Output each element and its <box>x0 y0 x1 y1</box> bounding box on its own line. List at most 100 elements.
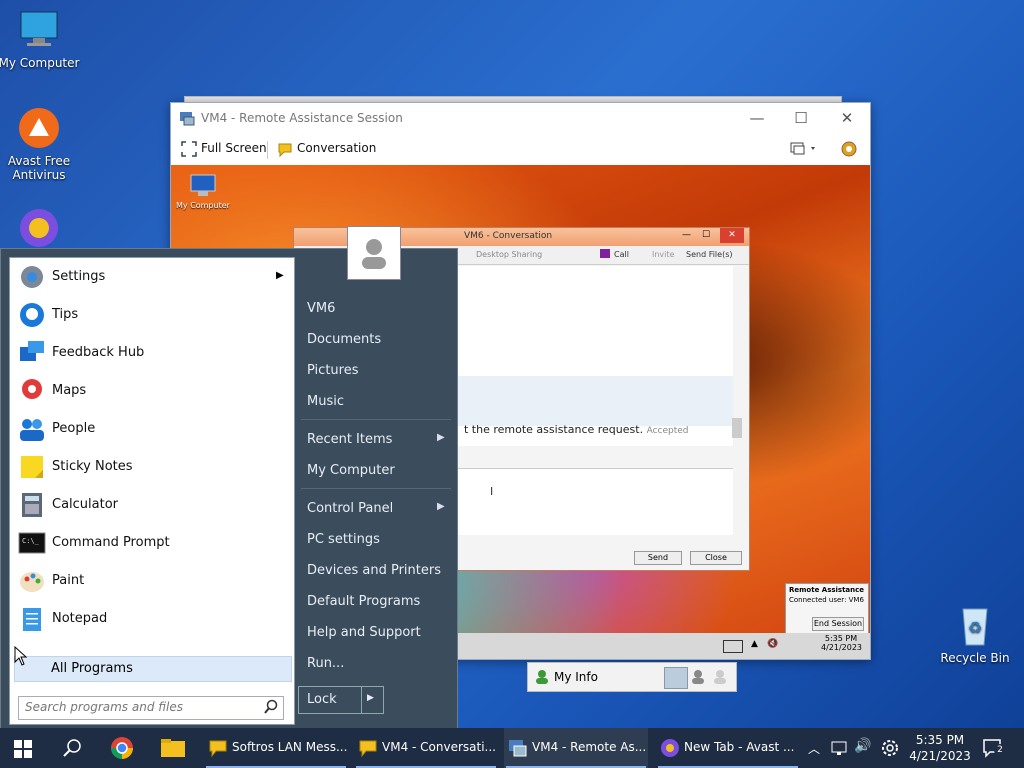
taskbar: Softros LAN Mess... VM4 - Conversati... … <box>0 728 1024 768</box>
user-avatar[interactable] <box>347 226 401 280</box>
monitor-icon <box>17 8 61 52</box>
mouse-cursor-icon <box>14 645 28 669</box>
avast-icon <box>17 106 61 150</box>
conversation-minimize-button[interactable]: — <box>682 230 691 240</box>
start-right-default-programs[interactable]: Default Programs <box>307 594 420 609</box>
end-session-button[interactable]: End Session <box>812 617 864 631</box>
network-icon[interactable] <box>830 739 848 760</box>
taskbar-app-avast-browser[interactable]: New Tab - Avast ... <box>656 728 800 768</box>
conversation-button[interactable]: Conversation <box>297 141 376 155</box>
volume-icon[interactable]: 🔊 <box>854 738 871 754</box>
start-right-devices-printers[interactable]: Devices and Printers <box>307 563 441 578</box>
taskbar-app-vm4-remote[interactable]: VM4 - Remote As... <box>504 728 648 768</box>
gear-icon <box>18 263 46 291</box>
remote-desktop-icon-label: My Computer <box>176 201 230 210</box>
windows-start-icon[interactable] <box>14 740 32 761</box>
start-right-pc-settings[interactable]: PC settings <box>307 532 380 547</box>
close-button[interactable]: ✕ <box>827 107 867 129</box>
file-explorer-icon[interactable] <box>160 737 186 762</box>
volume-mute-icon[interactable]: 🔇 <box>767 639 778 649</box>
my-info-label[interactable]: My Info <box>554 670 598 684</box>
conversation-maximize-button[interactable]: ☐ <box>702 230 710 240</box>
start-right-help-support[interactable]: Help and Support <box>307 625 421 640</box>
menu-item-tips[interactable]: Tips <box>10 296 294 334</box>
start-right-run[interactable]: Run... <box>307 656 344 671</box>
gear-icon[interactable] <box>880 738 900 761</box>
remote-assistance-icon <box>508 738 528 761</box>
remote-assistance-notification: Remote Assistance Connected user: VM6 En… <box>785 583 869 635</box>
taskbar-app-softros[interactable]: Softros LAN Mess... <box>204 728 348 768</box>
window-title: VM4 - Remote Assistance Session <box>201 111 403 125</box>
search-input[interactable]: Search programs and files <box>18 696 284 720</box>
menu-item-feedback-hub[interactable]: Feedback Hub <box>10 334 294 372</box>
search-placeholder: Search programs and files <box>25 700 183 714</box>
search-icon[interactable] <box>263 699 279 718</box>
start-right-recent-items[interactable]: Recent Items <box>307 432 392 447</box>
send-button[interactable]: Send <box>634 551 682 565</box>
toolbar: Full Screen Conversation <box>171 133 870 165</box>
taskbar-app-label: Softros LAN Mess... <box>232 740 348 754</box>
avast-browser-icon <box>660 738 680 761</box>
desktop-icon-recycle-bin[interactable]: ♻ Recycle Bin <box>933 603 1017 665</box>
start-right-music[interactable]: Music <box>307 394 344 409</box>
start-right-pictures[interactable]: Pictures <box>307 363 358 378</box>
menu-item-people[interactable]: People <box>10 410 294 448</box>
menu-item-command-prompt[interactable]: C:\_ Command Prompt <box>10 524 294 562</box>
search-icon[interactable] <box>62 738 82 761</box>
all-programs-button[interactable]: All Programs <box>14 656 292 682</box>
start-right-vm6[interactable]: VM6 <box>307 301 335 316</box>
start-right-control-panel[interactable]: Control Panel <box>307 501 393 516</box>
title-bar[interactable]: VM4 - Remote Assistance Session — ☐ ✕ <box>171 103 870 133</box>
notification-icon[interactable]: 2 <box>982 738 1006 761</box>
menu-item-label: Tips <box>52 307 79 322</box>
settings-icon[interactable] <box>839 139 859 162</box>
desktop-icon-avast-browser[interactable] <box>0 206 81 254</box>
minimize-button[interactable]: — <box>737 107 777 129</box>
desktop-icon-avast[interactable]: Avast Free Antivirus <box>0 106 81 182</box>
conversation-close-button[interactable]: ✕ <box>720 228 744 243</box>
menu-item-settings[interactable]: Settings ▶ <box>10 258 294 296</box>
menu-item-maps[interactable]: Maps <box>10 372 294 410</box>
invite-button[interactable]: Invite <box>652 250 674 259</box>
maximize-button[interactable]: ☐ <box>781 107 821 129</box>
clock[interactable]: 5:35 PM 4/21/2023 <box>908 732 972 764</box>
tray-chevron-icon[interactable]: ︿ <box>808 740 820 757</box>
taskbar-app-label: VM4 - Remote As... <box>532 740 647 754</box>
submenu-arrow-icon: ▶ <box>276 270 284 281</box>
menu-item-label: Calculator <box>52 497 119 512</box>
menu-separator <box>301 488 451 489</box>
desktop-sharing-button[interactable]: Desktop Sharing <box>476 250 542 259</box>
conversation-title: VM6 - Conversation <box>464 231 553 241</box>
toolbar-divider <box>267 141 268 159</box>
menu-item-calculator[interactable]: Calculator <box>10 486 294 524</box>
menu-item-sticky-notes[interactable]: Sticky Notes <box>10 448 294 486</box>
menu-item-label: Notepad <box>52 611 108 626</box>
close-conversation-button[interactable]: Close <box>690 551 742 565</box>
call-button[interactable]: Call <box>614 250 629 259</box>
send-files-button[interactable]: Send File(s) <box>686 250 733 259</box>
lock-button[interactable]: Lock ▶ <box>298 686 384 714</box>
menu-item-paint[interactable]: Paint <box>10 562 294 600</box>
keyboard-icon[interactable] <box>723 640 743 653</box>
taskbar-app-vm4-conversation[interactable]: VM4 - Conversati... <box>354 728 498 768</box>
full-screen-button[interactable]: Full Screen <box>201 141 267 155</box>
chrome-icon[interactable] <box>110 736 134 763</box>
away-status-icon[interactable] <box>690 669 706 688</box>
tray-chevron-icon[interactable]: ▲ <box>751 639 758 649</box>
start-right-documents[interactable]: Documents <box>307 332 381 347</box>
chat-scrollbar[interactable] <box>732 418 742 438</box>
menu-item-label: Command Prompt <box>52 535 170 550</box>
menu-item-notepad[interactable]: Notepad <box>10 600 294 638</box>
online-status-button[interactable] <box>664 667 688 689</box>
display-icon[interactable] <box>789 141 819 160</box>
lock-options-arrow-icon[interactable]: ▶ <box>367 693 374 703</box>
my-info-bar[interactable]: My Info <box>527 662 737 692</box>
offline-status-icon[interactable] <box>712 669 728 688</box>
taskbar-app-label: VM4 - Conversati... <box>382 740 496 754</box>
softros-icon <box>208 738 228 761</box>
desktop-icon-my-computer[interactable]: My Computer <box>0 8 81 70</box>
remote-desktop-icon-my-computer[interactable]: My Computer <box>175 173 231 210</box>
browser-icon <box>17 206 61 250</box>
start-right-my-computer[interactable]: My Computer <box>307 463 395 478</box>
menu-item-label: Settings <box>52 269 106 284</box>
